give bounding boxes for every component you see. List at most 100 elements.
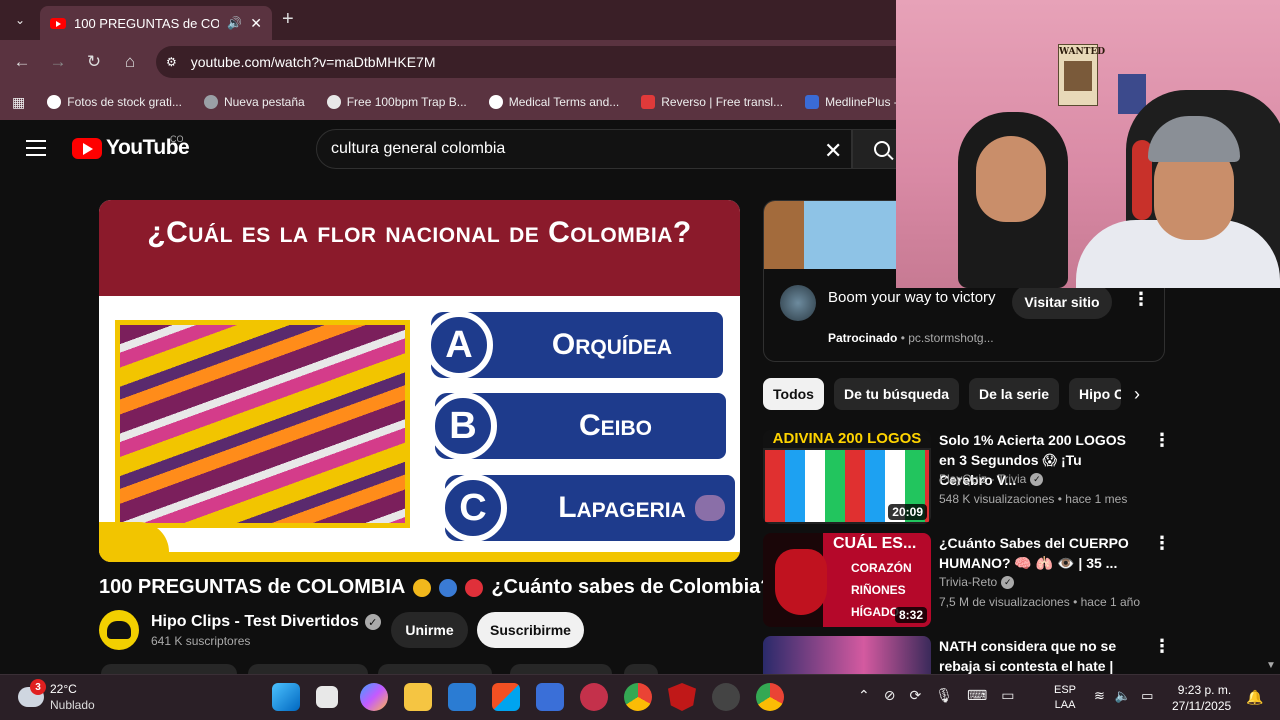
subscribe-button[interactable]: Suscribirme	[477, 612, 584, 648]
wifi-icon[interactable]: ≋	[1094, 688, 1105, 704]
more-options-icon[interactable]: ⋮	[1132, 289, 1150, 310]
wanted-poster: WANTED	[1058, 44, 1105, 106]
video-thumbnail[interactable]: ADIVINA 200 LOGOS 20:09	[763, 430, 931, 524]
weather-temperature[interactable]: 22°C	[50, 682, 77, 696]
join-button[interactable]: Unirme	[391, 612, 468, 648]
answer-option-c: C Lapageria	[439, 474, 735, 542]
webcam-overlay: WANTED	[896, 0, 1280, 288]
volume-icon[interactable]: 🔈	[1115, 688, 1131, 704]
verified-check-icon: ✓	[364, 614, 381, 630]
windows-start-icon[interactable]	[272, 683, 300, 711]
language-indicator[interactable]: ESP LAA	[1054, 683, 1076, 713]
tab-search-button[interactable]: ⌄	[8, 8, 32, 32]
youtube-play-icon	[72, 137, 102, 159]
channel-name[interactable]: Hipo Clips - Test Divertidos ✓	[151, 613, 381, 631]
list-item[interactable]: ADIVINA 200 LOGOS 20:09 Solo 1% Acierta …	[763, 430, 1171, 526]
weather-badge: 3	[30, 679, 46, 695]
question-text: ¿Cuál es la flor nacional de Colombia?	[147, 216, 692, 249]
hippo-mascot-icon	[695, 495, 725, 521]
obs-icon[interactable]	[712, 683, 740, 711]
youtube-masthead: YouTube CO cultura general colombia ✕	[0, 120, 912, 180]
verified-check-icon: ✓	[1030, 472, 1044, 486]
clock[interactable]: 9:23 p. m. 27/11/2025	[1172, 682, 1231, 714]
reload-icon[interactable]: ↻	[83, 52, 105, 72]
home-icon[interactable]: ⌂	[119, 52, 141, 72]
bookmark-item[interactable]: Reverso | Free transl...	[641, 95, 783, 109]
apps-grid-icon[interactable]: ▦	[12, 94, 25, 111]
more-options-icon[interactable]: ⋮	[1153, 636, 1165, 657]
ad-title[interactable]: Boom your way to victory	[828, 287, 998, 308]
country-code: CO	[170, 134, 184, 144]
close-tab-icon[interactable]: ✕	[250, 15, 262, 32]
video-thumbnail[interactable]: CUÁL ES... CORAZÓN RIÑONES HÍGADO 8:32	[763, 533, 931, 627]
more-options-icon[interactable]: ⋮	[1153, 533, 1171, 554]
chevron-up-icon[interactable]: ⌃	[858, 687, 870, 704]
network-off-icon[interactable]: ⊘	[884, 687, 896, 704]
chip-series[interactable]: De la serie	[968, 378, 1060, 410]
chip-all[interactable]: Todos	[763, 378, 824, 410]
menu-icon[interactable]	[26, 140, 46, 161]
youtube-favicon-icon	[50, 17, 66, 29]
mcafee-icon[interactable]	[668, 683, 696, 711]
new-tab-button[interactable]: +	[282, 8, 294, 31]
action-button[interactable]	[510, 664, 612, 674]
browser-tab-active[interactable]: 100 PREGUNTAS de COLOMBIA 🔊 ✕	[40, 6, 272, 40]
back-arrow-icon[interactable]: ←	[11, 52, 33, 72]
chrome-profile-icon[interactable]	[756, 683, 784, 711]
recommendation-title[interactable]: NATH considera que no se rebaja si conte…	[939, 636, 1139, 674]
battery-icon[interactable]: ▭	[1141, 688, 1153, 704]
scroll-down-arrow-icon[interactable]: ▼	[1266, 660, 1276, 671]
recommendation-title[interactable]: ¿Cuánto Sabes del CUERPO HUMANO? 🧠 🫁 👁️ …	[939, 533, 1139, 573]
word-icon[interactable]	[448, 683, 476, 711]
bookmark-item[interactable]: MedlinePlus - Ir	[805, 95, 908, 109]
bookmark-item[interactable]: Nueva pestaña	[203, 95, 305, 109]
weather-description[interactable]: Nublado	[50, 698, 95, 712]
chip-from-search[interactable]: De tu búsqueda	[833, 378, 959, 410]
chip-channel[interactable]: Hipo C	[1069, 378, 1122, 410]
video-thumbnail[interactable]	[763, 636, 931, 674]
channel-avatar[interactable]	[99, 610, 139, 650]
chevron-right-icon[interactable]: ›	[1134, 384, 1140, 405]
display-icon[interactable]: ▭	[1001, 687, 1014, 704]
chrome-icon[interactable]	[624, 683, 652, 711]
forward-arrow-icon[interactable]: →	[47, 52, 69, 72]
bookmark-item[interactable]: Fotos de stock grati...	[47, 95, 182, 109]
task-view-icon[interactable]	[316, 686, 338, 708]
search-input[interactable]: cultura general colombia	[316, 129, 852, 169]
bookmark-item[interactable]: Medical Terms and...	[488, 95, 619, 109]
calendar-icon[interactable]	[536, 683, 564, 711]
ad-avatar	[780, 285, 816, 321]
clear-search-icon[interactable]: ✕	[824, 138, 842, 164]
sync-icon[interactable]: ⟳	[909, 687, 921, 704]
action-button[interactable]	[248, 664, 368, 674]
more-options-icon[interactable]: ⋮	[1153, 430, 1171, 451]
audio-playing-icon[interactable]: 🔊	[227, 16, 242, 30]
blue-circle-icon	[439, 578, 458, 597]
list-item[interactable]: NATH considera que no se rebaja si conte…	[763, 636, 1165, 674]
list-item[interactable]: CUÁL ES... CORAZÓN RIÑONES HÍGADO 8:32 ¿…	[763, 533, 1171, 629]
microsoft-store-icon[interactable]	[492, 683, 520, 711]
bookmark-item[interactable]: Free 100bpm Trap B...	[326, 95, 467, 109]
powerpoint-icon[interactable]	[580, 683, 608, 711]
action-button[interactable]	[378, 664, 492, 674]
tab-title: 100 PREGUNTAS de COLOMBIA	[74, 15, 220, 31]
file-explorer-icon[interactable]	[404, 683, 432, 711]
recommendation-channel[interactable]: Trivia-Reto ✓	[939, 575, 1015, 589]
notifications-icon[interactable]: 🔔	[1246, 689, 1263, 706]
copilot-icon[interactable]	[360, 683, 388, 711]
video-player[interactable]: ¿Cuál es la flor nacional de Colombia? A…	[99, 200, 740, 562]
recommendation-channel[interactable]: PlayQuiz - Trivia ✓	[939, 472, 1044, 486]
microphone-icon[interactable]: 🎙	[935, 687, 953, 704]
red-circle-icon	[465, 578, 484, 597]
question-banner: ¿Cuál es la flor nacional de Colombia?	[99, 200, 740, 296]
recommendation-meta: 548 K visualizaciones • hace 1 mes	[939, 492, 1128, 506]
action-button[interactable]	[101, 664, 237, 674]
answer-option-a: A Orquídea	[425, 311, 723, 379]
site-info-icon[interactable]: ⚙	[166, 55, 177, 69]
decorative-bar	[99, 552, 740, 562]
keyboard-icon[interactable]: ⌨	[967, 687, 987, 704]
subscriber-count: 641 K suscriptores	[151, 634, 251, 648]
system-tray: ⌃ ⊘ ⟳ 🎙 ⌨ ▭	[858, 687, 1014, 704]
visit-site-button[interactable]: Visitar sitio	[1012, 285, 1112, 319]
more-actions-button[interactable]	[624, 664, 658, 674]
